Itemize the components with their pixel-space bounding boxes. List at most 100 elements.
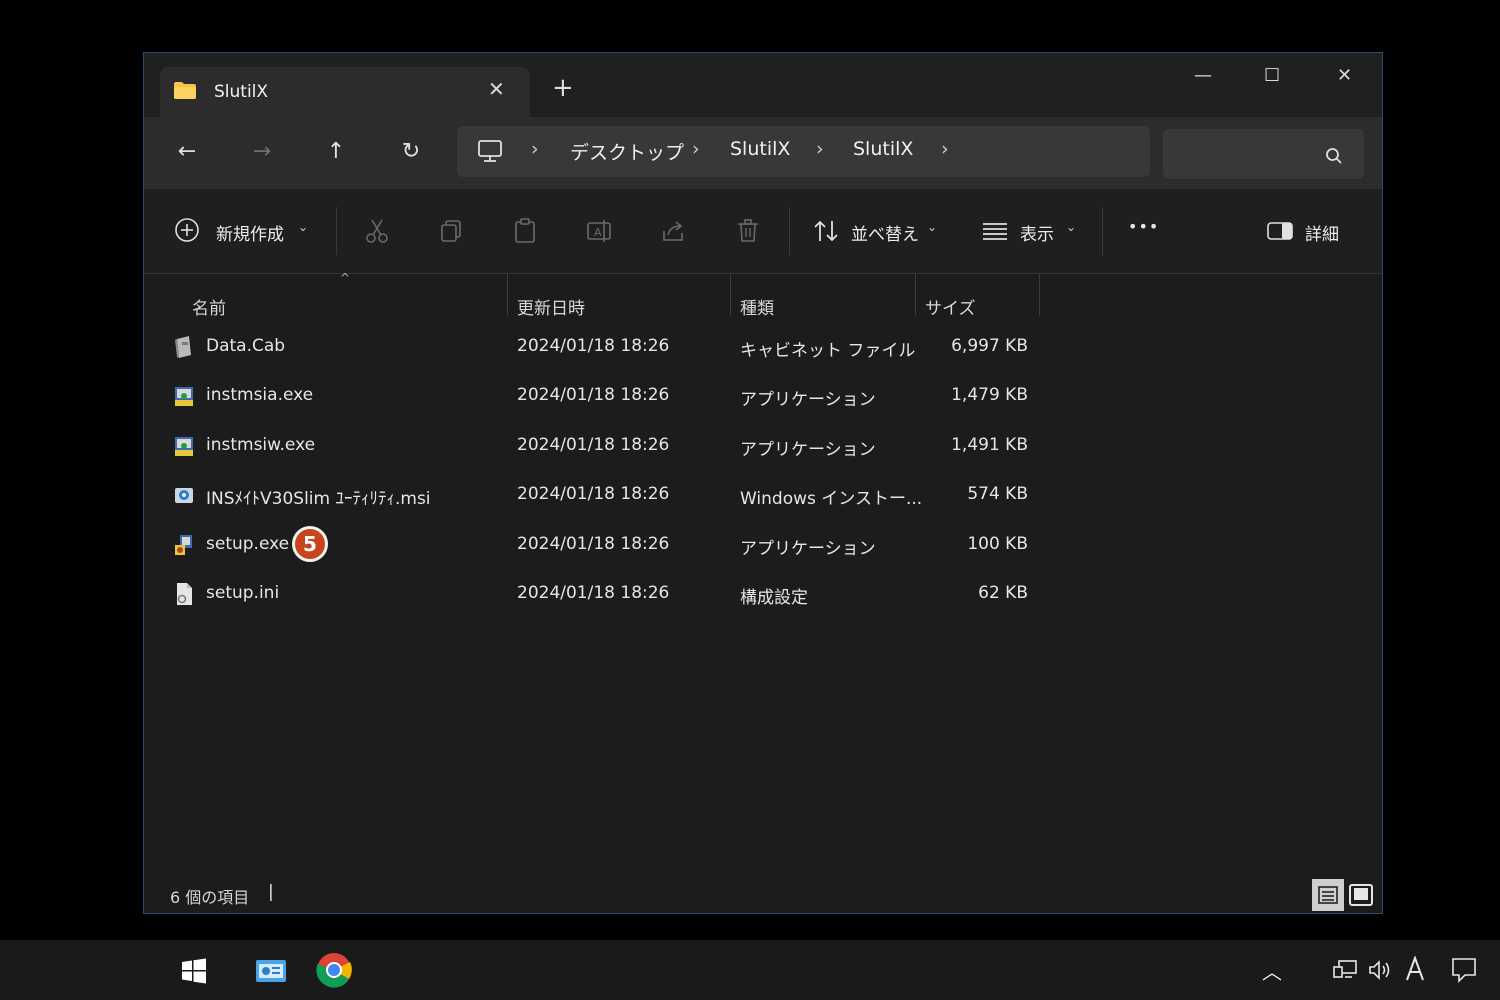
column-divider[interactable] xyxy=(730,274,731,316)
plus-circle-icon xyxy=(175,218,199,242)
file-row[interactable]: setup.ini 2024/01/18 18:26 構成設定 62 KB xyxy=(172,575,1072,615)
chevron-up-icon[interactable]: ︿ xyxy=(1262,956,1282,985)
breadcrumb-separator: › xyxy=(692,138,700,160)
svg-text:A: A xyxy=(594,226,602,239)
file-date: 2024/01/18 18:26 xyxy=(517,583,670,603)
ime-mode-icon[interactable] xyxy=(1404,956,1426,982)
file-date: 2024/01/18 18:26 xyxy=(517,385,670,405)
details-pane-button[interactable]: 詳細 xyxy=(1267,219,1357,249)
file-size: 6,997 KB xyxy=(951,336,1028,356)
file-name: INSﾒｲﾄV30Slim ﾕｰﾃｨﾘﾃｨ.msi xyxy=(206,489,431,509)
maximize-button[interactable]: ☐ xyxy=(1264,65,1280,86)
toolbar-divider xyxy=(789,207,790,255)
chrome-icon[interactable] xyxy=(316,952,352,988)
refresh-button[interactable]: ↻ xyxy=(396,137,426,167)
sort-button[interactable]: 並べ替え ⌄ xyxy=(813,217,943,247)
setup-exe-icon xyxy=(175,535,192,555)
column-header-name[interactable]: 名前 xyxy=(192,294,226,319)
step-badge: 5 xyxy=(292,526,328,562)
file-row[interactable]: instmsia.exe 2024/01/18 18:26 アプリケーション 1… xyxy=(172,377,1072,417)
file-row[interactable]: Data.Cab 2024/01/18 18:26 キャビネット ファイル 6,… xyxy=(172,328,1072,368)
file-name: instmsia.exe xyxy=(206,385,314,405)
tab-slutilx[interactable]: SlutilX ✕ xyxy=(160,67,530,119)
breadcrumb-slutilx-1[interactable]: SlutilX xyxy=(730,138,790,160)
close-tab-button[interactable]: ✕ xyxy=(488,77,505,101)
explorer-window: SlutilX ✕ + — ☐ ✕ ← → ↑ ↻ › デスクトップ › Slu… xyxy=(143,52,1383,914)
status-bar: 6 個の項目 | xyxy=(144,875,1382,913)
navigation-bar: ← → ↑ ↻ › デスクトップ › SlutilX › SlutilX › xyxy=(144,117,1382,189)
column-header-type[interactable]: 種類 xyxy=(740,294,774,319)
status-cursor: | xyxy=(268,882,274,902)
volume-icon[interactable] xyxy=(1368,959,1394,981)
taskbar: ︿ xyxy=(0,940,1500,1000)
breadcrumb-separator: › xyxy=(531,138,539,160)
computer-icon xyxy=(478,140,502,162)
file-size: 1,479 KB xyxy=(951,385,1028,405)
view-list-icon xyxy=(983,223,1007,240)
file-size: 62 KB xyxy=(978,583,1028,603)
column-divider[interactable] xyxy=(1039,274,1040,316)
file-list: ^ 名前 更新日時 種類 サイズ Data.Cab 2024/01/18 18:… xyxy=(144,271,1382,874)
paste-icon[interactable] xyxy=(511,217,539,245)
chevron-down-icon: ⌄ xyxy=(298,220,309,234)
search-box[interactable] xyxy=(1163,129,1364,179)
sort-label: 並べ替え xyxy=(851,225,919,245)
column-divider[interactable] xyxy=(507,274,508,316)
file-size: 574 KB xyxy=(967,484,1028,504)
back-button[interactable]: ← xyxy=(172,137,202,167)
delete-icon[interactable] xyxy=(734,217,762,245)
installer-exe-icon xyxy=(175,387,193,406)
file-type: キャビネット ファイル xyxy=(740,341,916,361)
column-header-date[interactable]: 更新日時 xyxy=(517,294,585,319)
file-row[interactable]: INSﾒｲﾄV30Slim ﾕｰﾃｨﾘﾃｨ.msi 2024/01/18 18:… xyxy=(172,476,1072,516)
forward-button[interactable]: → xyxy=(247,137,277,167)
notification-icon[interactable] xyxy=(1451,957,1477,983)
details-pane-icon xyxy=(1267,222,1293,240)
details-view-icon xyxy=(1318,886,1338,904)
view-label: 表示 xyxy=(1020,225,1054,245)
minimize-button[interactable]: — xyxy=(1194,65,1212,86)
breadcrumb-separator: › xyxy=(816,138,824,160)
file-type: 構成設定 xyxy=(740,588,808,608)
address-bar[interactable]: › デスクトップ › SlutilX › SlutilX › xyxy=(457,126,1150,177)
column-divider[interactable] xyxy=(915,274,916,316)
rename-icon[interactable]: A xyxy=(585,217,613,245)
sort-ascending-icon: ^ xyxy=(340,271,351,285)
item-count: 6 個の項目 xyxy=(170,888,250,907)
file-size: 1,491 KB xyxy=(951,435,1028,455)
sort-icon xyxy=(814,220,838,242)
control-panel-icon[interactable] xyxy=(255,958,287,984)
toolbar-divider xyxy=(1102,207,1103,255)
column-header-size[interactable]: サイズ xyxy=(925,294,976,319)
file-name: Data.Cab xyxy=(206,336,286,356)
breadcrumb-desktop[interactable]: デスクトップ xyxy=(570,138,684,165)
new-tab-button[interactable]: + xyxy=(552,75,574,101)
breadcrumb-slutilx-2[interactable]: SlutilX xyxy=(853,138,913,160)
new-button[interactable]: 新規作成 ⌄ xyxy=(174,217,314,247)
close-window-button[interactable]: ✕ xyxy=(1337,65,1352,86)
chevron-down-icon: ⌄ xyxy=(927,220,938,234)
share-icon[interactable] xyxy=(660,217,688,245)
file-row[interactable]: setup.exe 5 2024/01/18 18:26 アプリケーション 10… xyxy=(172,526,1072,566)
view-button[interactable]: 表示 ⌄ xyxy=(982,217,1082,247)
command-bar: 新規作成 ⌄ A 並べ替え ⌄ 表示 ⌄ ••• 詳細 xyxy=(144,189,1382,274)
windows-start-icon[interactable] xyxy=(181,958,207,984)
more-options-button[interactable]: ••• xyxy=(1128,217,1159,236)
tab-title: SlutilX xyxy=(214,82,269,102)
file-date: 2024/01/18 18:26 xyxy=(517,435,670,455)
folder-icon xyxy=(174,82,196,99)
copy-icon[interactable] xyxy=(437,217,465,245)
cut-icon[interactable] xyxy=(363,217,391,245)
breadcrumb-separator: › xyxy=(941,138,949,160)
large-icons-view-button[interactable] xyxy=(1348,883,1374,907)
file-type: アプリケーション xyxy=(740,539,876,559)
network-icon[interactable] xyxy=(1332,959,1358,981)
msi-package-icon xyxy=(175,488,193,503)
file-row[interactable]: instmsiw.exe 2024/01/18 18:26 アプリケーション 1… xyxy=(172,427,1072,467)
file-size: 100 KB xyxy=(967,534,1028,554)
up-button[interactable]: ↑ xyxy=(321,137,351,167)
file-name: instmsiw.exe xyxy=(206,435,316,455)
toolbar-divider xyxy=(336,207,337,255)
details-view-button[interactable] xyxy=(1312,879,1344,911)
cabinet-file-icon xyxy=(175,336,191,358)
